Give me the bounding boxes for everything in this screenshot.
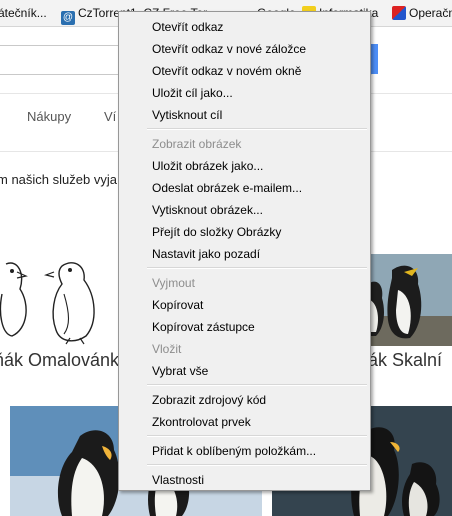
menu-item-inspect-element[interactable]: Zkontrolovat prvek [152,414,251,430]
menu-separator [147,267,367,269]
menu-item-go-to-pictures[interactable]: Přejít do složky Obrázky [152,224,281,240]
cookie-notice: m našich služeb vyja [0,172,117,187]
menu-item-print-picture[interactable]: Vytisknout obrázek... [152,202,263,218]
context-menu: Otevřít odkaz Otevřít odkaz v nové zálož… [118,11,371,491]
menu-item-open-link-new-window[interactable]: Otevřít odkaz v novém okně [152,63,301,79]
image-result-rockhopper[interactable] [366,254,452,346]
tab-videos[interactable]: Ví [104,109,116,124]
menu-item-email-picture[interactable]: Odeslat obrázek e-mailem... [152,180,302,196]
penguin-drawing-image [0,262,28,337]
menu-item-cut: Vyjmout [152,276,195,290]
image-result-coloring-2[interactable] [40,254,122,346]
rockhopper-penguin-photo [366,254,452,346]
favorite-label: Operačn [409,6,452,20]
menu-item-save-picture-as[interactable]: Uložit obrázek jako... [152,158,263,174]
menu-item-open-link[interactable]: Otevřít odkaz [152,19,223,35]
favorite-label: átečník... [0,6,47,20]
image-caption[interactable]: ák Skalní [368,350,442,371]
cztorrent-icon: @ [61,11,75,25]
menu-item-show-picture: Zobrazit obrázek [152,137,242,151]
menu-item-view-source[interactable]: Zobrazit zdrojový kód [152,392,266,408]
favorite-link[interactable]: átečník... [0,5,47,21]
menu-separator [147,464,367,466]
menu-item-select-all[interactable]: Vybrat vše [152,363,208,379]
image-result-coloring-1[interactable] [0,254,37,346]
image-caption[interactable]: ňák Omalovánk [0,350,119,371]
menu-item-save-target-as[interactable]: Uložit cíl jako... [152,85,233,101]
penguin-drawing-image [43,262,95,345]
menu-item-add-to-favorites[interactable]: Přidat k oblíbeným položkám... [152,443,316,459]
favorite-link-operacni[interactable]: Operačn [392,5,452,21]
tab-shopping[interactable]: Nákupy [27,109,71,124]
menu-separator [147,128,367,130]
menu-separator [147,435,367,437]
menu-item-paste: Vložit [152,342,182,356]
menu-item-copy[interactable]: Kopírovat [152,297,203,313]
flag-icon [392,6,406,20]
menu-item-properties[interactable]: Vlastnosti [152,472,204,488]
menu-separator [147,384,367,386]
menu-item-open-link-new-tab[interactable]: Otevřít odkaz v nové záložce [152,41,306,57]
menu-item-print-target[interactable]: Vytisknout cíl [152,107,222,123]
menu-item-set-as-background[interactable]: Nastavit jako pozadí [152,246,260,262]
menu-item-copy-shortcut[interactable]: Kopírovat zástupce [152,319,255,335]
